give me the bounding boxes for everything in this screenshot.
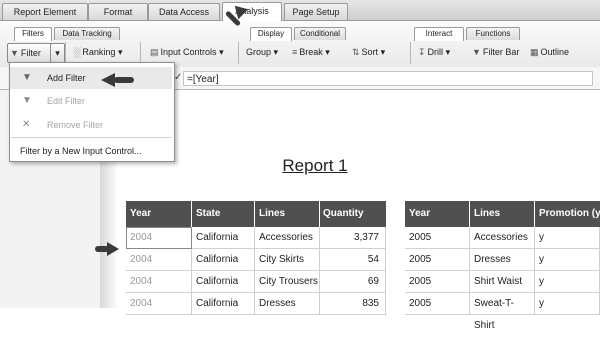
input-controls-button[interactable]: ▤ Input Controls ▾ bbox=[148, 43, 226, 61]
table-cell[interactable]: California bbox=[192, 271, 255, 293]
edit-filter-icon: ▼ bbox=[22, 95, 32, 106]
subtab-functions[interactable]: Functions bbox=[466, 27, 520, 40]
tab-report-element[interactable]: Report Element bbox=[2, 3, 88, 20]
subtab-display[interactable]: Display bbox=[250, 27, 292, 41]
table-header-cell: State bbox=[192, 201, 255, 227]
chevron-down-icon: ▾ bbox=[273, 47, 279, 57]
subtab-filters[interactable]: Filters bbox=[14, 27, 52, 41]
table-cell[interactable]: City Skirts bbox=[255, 249, 320, 271]
table-cell[interactable]: California bbox=[192, 293, 255, 315]
table-header-cell: Quantity sold bbox=[320, 201, 386, 245]
ranking-icon: ░ bbox=[74, 47, 81, 57]
chevron-down-icon: ▾ bbox=[445, 47, 451, 57]
table-cell[interactable]: y bbox=[535, 227, 600, 249]
menu-item-new-input-control[interactable]: Filter by a New Input Control... bbox=[10, 140, 172, 162]
table-cell[interactable]: City Trousers bbox=[255, 271, 320, 293]
toolbar-separator bbox=[65, 42, 66, 64]
table-cell[interactable]: 2004 bbox=[126, 293, 192, 315]
menu-divider bbox=[11, 137, 172, 138]
outline-icon: ▦ bbox=[530, 47, 539, 57]
filter-dropdown-button[interactable]: ▾ bbox=[50, 43, 65, 63]
table-header-cell: Year bbox=[126, 201, 192, 227]
table-cell[interactable]: y bbox=[535, 271, 600, 293]
menu-item-edit-filter[interactable]: ▼ Edit Filter bbox=[10, 90, 172, 112]
chevron-down-icon: ▾ bbox=[55, 48, 60, 58]
table-cell[interactable]: y bbox=[535, 249, 600, 271]
outline-button[interactable]: ▦ Outline bbox=[528, 43, 571, 61]
tab-format[interactable]: Format bbox=[88, 3, 148, 20]
table-cell[interactable]: 69 bbox=[320, 271, 386, 293]
toolbar-separator bbox=[410, 42, 411, 64]
menu-item-add-filter[interactable]: ▼ Add Filter bbox=[10, 67, 172, 89]
table-cell[interactable]: California bbox=[192, 227, 255, 249]
remove-filter-icon: ✕ bbox=[22, 119, 31, 130]
table-cell[interactable]: 54 bbox=[320, 249, 386, 271]
toolbar-separator bbox=[140, 42, 141, 64]
filter-button[interactable]: ▼ Filter bbox=[7, 43, 55, 63]
funnel-icon: ▼ bbox=[472, 47, 481, 57]
table-cell[interactable]: 2005 bbox=[405, 249, 470, 271]
drill-icon: ↧ bbox=[418, 47, 426, 57]
funnel-icon: ▼ bbox=[10, 48, 19, 58]
table-cell[interactable]: Dresses bbox=[470, 249, 535, 271]
tab-page-setup[interactable]: Page Setup bbox=[284, 3, 348, 20]
table-header-cell: Lines bbox=[470, 201, 535, 227]
table-cell[interactable]: California bbox=[192, 249, 255, 271]
table-cell[interactable]: Shirt Waist bbox=[470, 271, 535, 293]
table-header-cell: Promotion (y/ bbox=[535, 201, 600, 227]
table-cell[interactable]: 3,377 bbox=[320, 227, 386, 249]
table-cell[interactable]: 2005 bbox=[405, 227, 470, 249]
report-title: Report 1 bbox=[282, 156, 348, 175]
filter-bar-button[interactable]: ▼ Filter Bar bbox=[470, 43, 521, 61]
add-filter-icon: ▼ bbox=[22, 72, 32, 83]
table-cell[interactable]: Dresses bbox=[255, 293, 320, 315]
sort-button[interactable]: ⇅ Sort ▾ bbox=[350, 43, 387, 61]
subtab-interact[interactable]: Interact bbox=[414, 27, 464, 41]
break-icon: ≡ bbox=[292, 47, 298, 57]
tab-data-access[interactable]: Data Access bbox=[148, 3, 220, 20]
break-button[interactable]: ≡ Break ▾ bbox=[290, 43, 332, 61]
formula-input[interactable]: =[Year] bbox=[183, 71, 593, 86]
table-cell[interactable]: Accessories bbox=[470, 227, 535, 249]
table-cell[interactable]: 2004 bbox=[126, 249, 192, 271]
table-cell[interactable]: 2004 bbox=[126, 227, 192, 249]
table-header-cell: Year bbox=[405, 201, 470, 227]
table-cell[interactable]: 2005 bbox=[405, 271, 470, 293]
table-header-cell: Lines bbox=[255, 201, 320, 227]
table-cell[interactable]: 2004 bbox=[126, 271, 192, 293]
chevron-down-icon: ▾ bbox=[117, 47, 123, 57]
table-cell[interactable]: 2005 bbox=[405, 293, 470, 315]
chevron-down-icon: ▾ bbox=[325, 47, 330, 57]
input-controls-icon: ▤ bbox=[150, 47, 159, 57]
pointer-arrow-head bbox=[107, 242, 119, 256]
table-cell[interactable]: Accessories bbox=[255, 227, 320, 249]
table-cell[interactable]: Sweat-T-Shirt bbox=[470, 293, 535, 331]
chevron-down-icon: ▾ bbox=[380, 47, 386, 57]
chevron-down-icon: ▾ bbox=[219, 47, 224, 57]
table-cell[interactable]: 835 bbox=[320, 293, 386, 315]
table-cell[interactable]: y bbox=[535, 293, 600, 315]
subtab-data-tracking[interactable]: Data Tracking bbox=[54, 27, 120, 40]
ranking-button[interactable]: ░ Ranking ▾ bbox=[72, 43, 124, 61]
sort-icon: ⇅ bbox=[352, 47, 360, 57]
pointer-arrow-head bbox=[101, 73, 115, 87]
group-button[interactable]: Group ▾ bbox=[244, 43, 280, 61]
menu-item-remove-filter[interactable]: ✕ Remove Filter bbox=[10, 114, 172, 136]
subtab-conditional[interactable]: Conditional bbox=[294, 27, 346, 40]
toolbar-separator bbox=[238, 42, 239, 64]
pointer-arrow-shaft bbox=[114, 77, 134, 83]
check-icon[interactable]: ✓ bbox=[174, 72, 182, 83]
drill-button[interactable]: ↧ Drill ▾ bbox=[416, 43, 452, 61]
